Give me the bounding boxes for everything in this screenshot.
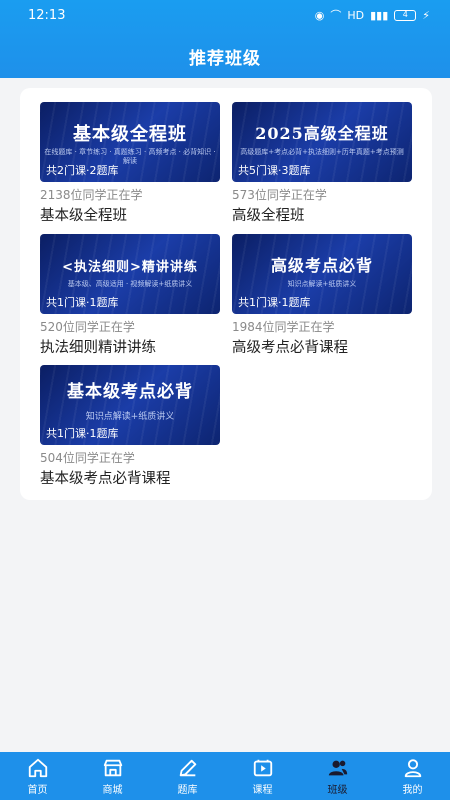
- bottom-tab-bar: 首页 商城 题库 课程 班级 我的: [0, 752, 450, 800]
- learner-count: 504位同学正在学: [40, 451, 135, 465]
- course-count: 共2门课·2题库: [46, 164, 119, 177]
- learner-count: 573位同学正在学: [232, 188, 327, 202]
- class-name[interactable]: 执法细则精讲讲练: [40, 336, 220, 357]
- class-thumbnail[interactable]: <执法细则>精讲讲练 基本级、高级适用 · 视频解读+纸质讲义 共1门课·1题库: [40, 234, 220, 314]
- charging-icon: ⚡: [422, 8, 430, 22]
- tab-courses[interactable]: 课程: [225, 757, 300, 796]
- status-bar: 12:13 ◉ ⌒ HD ▮▮▮ 4 ⚡: [0, 0, 450, 30]
- tab-store[interactable]: 商城: [75, 757, 150, 796]
- tab-label: 首页: [27, 784, 48, 796]
- eye-icon: ◉: [314, 8, 325, 22]
- course-count: 共1门课·1题库: [238, 296, 311, 309]
- thumb-title: 高级考点必背: [270, 256, 373, 275]
- class-thumbnail[interactable]: 基本级全程班 在线题库 · 章节练习 · 真题练习 · 高频考点 · 必背知识 …: [40, 102, 220, 182]
- thumb-subtitle: 基本级、高级适用 · 视频解读+纸质讲义: [67, 280, 193, 288]
- class-name[interactable]: 高级全程班: [232, 204, 412, 225]
- home-icon: [28, 758, 47, 777]
- tab-label: 题库: [177, 784, 198, 796]
- thumb-subtitle: 知识点解读+纸质讲义: [85, 412, 175, 422]
- page-title: 推荐班级: [189, 49, 261, 69]
- course-count: 共1门课·1题库: [46, 427, 119, 440]
- app-header: 12:13 ◉ ⌒ HD ▮▮▮ 4 ⚡ 推荐班级: [0, 0, 450, 78]
- thumb-subtitle: 知识点解读+纸质讲义: [287, 280, 357, 288]
- class-thumbnail[interactable]: 2025高级全程班 高级题库+考点必背+执法细则+历年真题+考点预测 共5门课·…: [232, 102, 412, 182]
- battery-icon: 4: [394, 9, 417, 21]
- tab-question-bank[interactable]: 题库: [150, 757, 225, 796]
- thumb-title: 基本级全程班: [73, 124, 187, 145]
- person-icon: [404, 758, 421, 777]
- status-time: 12:13: [28, 7, 66, 23]
- class-list-panel: 基本级全程班 在线题库 · 章节练习 · 真题练习 · 高频考点 · 必背知识 …: [20, 88, 432, 500]
- thumb-title: 2025高级全程班: [255, 124, 389, 143]
- tab-label: 商城: [102, 784, 123, 796]
- thumb-subtitle: 高级题库+考点必背+执法细则+历年真题+考点预测: [240, 148, 404, 156]
- class-thumbnail[interactable]: 高级考点必背 知识点解读+纸质讲义 共1门课·1题库: [232, 234, 412, 314]
- class-name[interactable]: 基本级全程班: [40, 204, 220, 225]
- wifi-icon: ⌒: [330, 9, 342, 22]
- video-icon: [253, 759, 272, 776]
- class-card[interactable]: 基本级考点必背 知识点解读+纸质讲义 共1门课·1题库 504位同学正在学 基本…: [40, 365, 220, 488]
- class-name[interactable]: 基本级考点必背课程: [40, 467, 220, 488]
- thumb-title: 基本级考点必背: [67, 382, 193, 402]
- tab-label: 班级: [327, 784, 348, 796]
- tab-profile[interactable]: 我的: [375, 757, 450, 796]
- class-card[interactable]: 2025高级全程班 高级题库+考点必背+执法细则+历年真题+考点预测 共5门课·…: [232, 102, 412, 225]
- hd-badge: HD: [347, 8, 365, 22]
- status-icons: ◉ ⌒ HD ▮▮▮ 4 ⚡: [315, 7, 430, 23]
- class-name[interactable]: 高级考点必背课程: [232, 336, 412, 357]
- learner-count: 520位同学正在学: [40, 320, 135, 334]
- learner-count: 2138位同学正在学: [40, 188, 143, 202]
- class-card[interactable]: 基本级全程班 在线题库 · 章节练习 · 真题练习 · 高频考点 · 必背知识 …: [40, 102, 220, 225]
- class-thumbnail[interactable]: 基本级考点必背 知识点解读+纸质讲义 共1门课·1题库: [40, 365, 220, 445]
- signal-icon: ▮▮▮: [370, 8, 389, 22]
- tab-home[interactable]: 首页: [0, 757, 75, 796]
- store-icon: [103, 759, 122, 776]
- tab-label: 课程: [252, 784, 273, 796]
- thumb-title: <执法细则>精讲讲练: [62, 260, 198, 275]
- pencil-icon: [179, 759, 196, 776]
- learner-count: 1984位同学正在学: [232, 320, 335, 334]
- class-card[interactable]: 高级考点必背 知识点解读+纸质讲义 共1门课·1题库 1984位同学正在学 高级…: [232, 234, 412, 357]
- users-icon: [328, 760, 347, 775]
- course-count: 共5门课·3题库: [238, 164, 311, 177]
- course-count: 共1门课·1题库: [46, 296, 119, 309]
- tab-classes[interactable]: 班级: [300, 757, 375, 796]
- class-card[interactable]: <执法细则>精讲讲练 基本级、高级适用 · 视频解读+纸质讲义 共1门课·1题库…: [40, 234, 220, 357]
- tab-label: 我的: [402, 784, 423, 796]
